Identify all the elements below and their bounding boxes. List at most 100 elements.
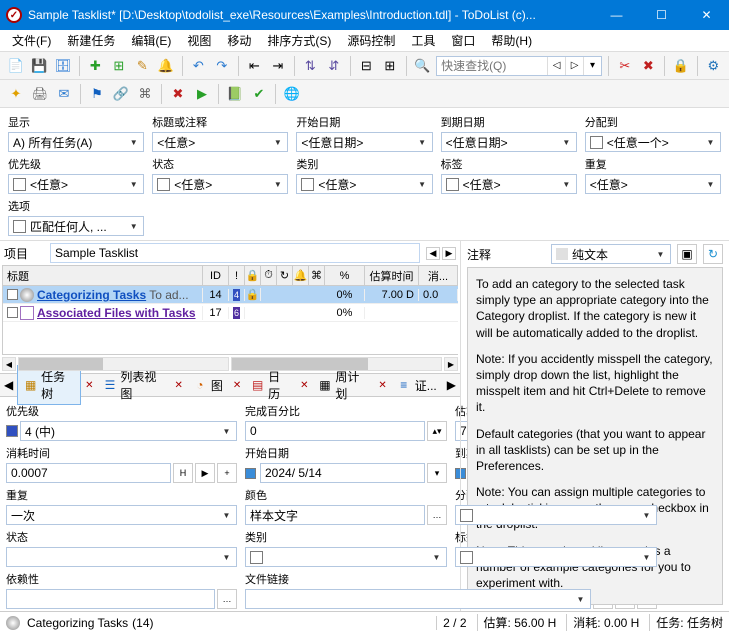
puzzle-icon[interactable]: ✦ <box>6 84 26 104</box>
quickfind-prev-icon[interactable]: ◁ <box>547 57 565 75</box>
filter-duedate-combo[interactable]: <任意日期>▼ <box>441 132 577 152</box>
book-icon[interactable]: 📗 <box>225 84 245 104</box>
quickfind-next-icon[interactable]: ▷ <box>565 57 583 75</box>
detail-repeat-combo[interactable]: 一次▼ <box>6 505 237 525</box>
deps-icon[interactable]: ⌘ <box>135 84 155 104</box>
project-prev-icon[interactable]: ◀ <box>426 247 440 260</box>
notes-format-combo[interactable]: 纯文本▼ <box>551 244 671 264</box>
detail-category-combo[interactable]: ▼ <box>245 547 447 567</box>
table-row[interactable]: Associated Files with Tasks 17 6 0% <box>3 304 458 322</box>
col-clock-icon[interactable]: ⏱ <box>261 266 277 285</box>
sort2-icon[interactable]: ⇵ <box>324 56 344 76</box>
sort-icon[interactable]: ⇅ <box>301 56 321 76</box>
flag-icon[interactable]: ⚑ <box>87 84 107 104</box>
col-dep-icon[interactable]: ⌘ <box>309 266 325 285</box>
saveall-icon[interactable]: 🗄 <box>53 56 73 76</box>
menu-window[interactable]: 窗口 <box>443 30 483 51</box>
globe-icon[interactable]: 🌐 <box>282 84 302 104</box>
col-lock-icon[interactable]: 🔒 <box>245 266 261 285</box>
filter-repeat-combo[interactable]: <任意>▼ <box>585 174 721 194</box>
col-pct[interactable]: % <box>325 266 365 285</box>
menu-move[interactable]: 移动 <box>219 30 259 51</box>
tab-close-icon[interactable]: ✕ <box>300 380 308 391</box>
settings-icon[interactable]: ⚙ <box>704 56 724 76</box>
detail-startdate-input[interactable] <box>260 463 425 483</box>
spinner-icon[interactable]: ▴▾ <box>427 421 447 441</box>
notes-detach-icon[interactable]: ▣ <box>677 244 697 264</box>
add-subtask-icon[interactable]: ⊞ <box>109 56 129 76</box>
filter-titlecomment-combo[interactable]: <任意>▼ <box>152 132 288 152</box>
task-title[interactable]: Associated Files with Tasks <box>37 306 196 320</box>
tabs-next-icon[interactable]: ▶ <box>447 378 456 392</box>
col-bell-icon[interactable]: 🔔 <box>293 266 309 285</box>
save-icon[interactable]: 💾 <box>30 56 50 76</box>
detail-donepct-input[interactable] <box>245 421 425 441</box>
filter-option-combo[interactable]: 匹配任何人, ...▼ <box>8 216 144 236</box>
menu-source[interactable]: 源码控制 <box>339 30 403 51</box>
table-row[interactable]: Categorizing Tasks To ad... 14 4 🔒 0% 7.… <box>3 286 458 304</box>
cancel-icon[interactable]: ✖ <box>168 84 188 104</box>
calendar-icon[interactable]: ▾ <box>427 463 447 483</box>
cut-icon[interactable]: ✂ <box>615 56 635 76</box>
filter-category-combo[interactable]: <任意>▼ <box>296 174 432 194</box>
detail-priority-combo[interactable]: 4 (中)▼ <box>20 421 237 441</box>
menu-sort[interactable]: 排序方式(S) <box>259 30 339 51</box>
timer-icon[interactable]: ▶ <box>192 84 212 104</box>
add-icon[interactable]: + <box>217 463 237 483</box>
undo-icon[interactable]: ↶ <box>189 56 209 76</box>
filter-tag-combo[interactable]: <任意>▼ <box>441 174 577 194</box>
browse-icon[interactable]: … <box>217 589 237 609</box>
menu-tools[interactable]: 工具 <box>403 30 443 51</box>
tabs-prev-icon[interactable]: ◀ <box>4 378 13 392</box>
filter-startdate-combo[interactable]: <任意日期>▼ <box>296 132 432 152</box>
menu-edit[interactable]: 编辑(E) <box>123 30 179 51</box>
print-icon[interactable]: 🖨 <box>30 84 50 104</box>
filter-priority-combo[interactable]: <任意>▼ <box>8 174 144 194</box>
add-task-icon[interactable]: ✚ <box>86 56 106 76</box>
menu-help[interactable]: 帮助(H) <box>483 30 540 51</box>
mail-icon[interactable]: ✉ <box>54 84 74 104</box>
collapse-icon[interactable]: ⊟ <box>357 56 377 76</box>
tab-chart[interactable]: ◔图 <box>187 375 229 396</box>
menu-view[interactable]: 视图 <box>179 30 219 51</box>
col-recur-icon[interactable]: ↻ <box>277 266 293 285</box>
check-icon[interactable]: ✔ <box>249 84 269 104</box>
edit-icon[interactable]: ✎ <box>133 56 153 76</box>
tab-close-icon[interactable]: ✕ <box>378 380 386 391</box>
detail-dependency-input[interactable] <box>6 589 215 609</box>
quickfind-dropdown-icon[interactable]: ▾ <box>583 57 601 75</box>
tab-gantt[interactable]: ≡证... <box>391 375 443 396</box>
indent-icon[interactable]: ⇥ <box>268 56 288 76</box>
col-excl-icon[interactable]: ! <box>229 266 245 285</box>
col-id[interactable]: ID <box>203 266 229 285</box>
new-file-icon[interactable]: 📄 <box>6 56 26 76</box>
reminder-icon[interactable]: 🔔 <box>156 56 176 76</box>
expand-icon[interactable]: ⊞ <box>380 56 400 76</box>
project-next-icon[interactable]: ▶ <box>442 247 456 260</box>
tab-close-icon[interactable]: ✕ <box>233 380 241 391</box>
quickfind-input[interactable] <box>437 59 547 73</box>
outdent-icon[interactable]: ⇤ <box>245 56 265 76</box>
maximize-button[interactable]: ☐ <box>639 0 684 30</box>
detail-status-combo[interactable]: ▼ <box>6 547 237 567</box>
grid-hscroll[interactable]: ◀ ▶ <box>0 357 460 373</box>
detail-assignto-combo[interactable]: ▼ <box>455 505 657 525</box>
col-est[interactable]: 估算时间 <box>365 266 419 285</box>
filter-assignto-combo[interactable]: <任意一个>▼ <box>585 132 721 152</box>
col-spent[interactable]: 消... <box>419 266 458 285</box>
startdate-checkbox[interactable] <box>245 468 256 479</box>
row-checkbox[interactable] <box>7 289 18 300</box>
menu-file[interactable]: 文件(F) <box>4 30 59 51</box>
link-icon[interactable]: 🔗 <box>111 84 131 104</box>
minimize-button[interactable]: — <box>594 0 639 30</box>
task-title[interactable]: Categorizing Tasks <box>37 288 146 302</box>
close-button[interactable]: ✕ <box>684 0 729 30</box>
delete-icon[interactable]: ✖ <box>639 56 659 76</box>
lock-icon[interactable]: 🔒 <box>671 56 691 76</box>
find-icon[interactable]: 🔍 <box>413 56 433 76</box>
row-checkbox[interactable] <box>7 307 18 318</box>
timer-icon[interactable]: ▶ <box>195 463 215 483</box>
color-browse-icon[interactable]: … <box>427 505 447 525</box>
project-name-input[interactable] <box>50 243 420 263</box>
detail-spenttime-input[interactable] <box>6 463 171 483</box>
